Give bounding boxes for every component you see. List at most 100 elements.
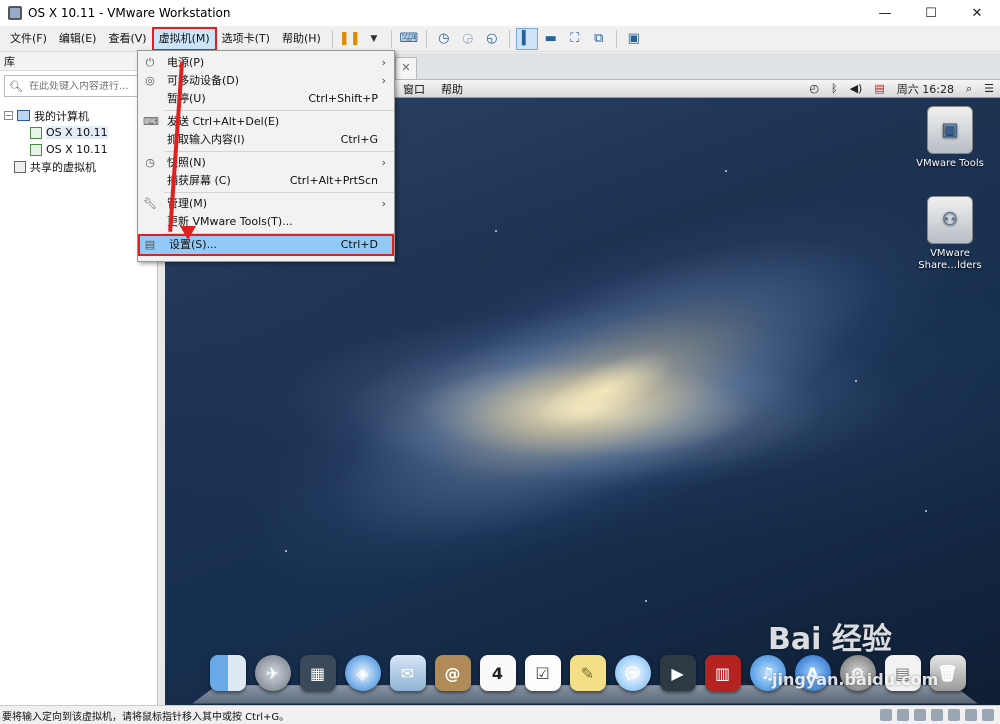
vm-icon [30, 143, 42, 156]
menu-item-manage[interactable]: 🔧︎ 管理(M) › [138, 195, 394, 213]
thumbnail-bar-icon[interactable]: ▬ [540, 28, 562, 50]
sound-icon[interactable] [948, 709, 960, 721]
menu-item-label: 暂停(U) [167, 92, 206, 105]
library-header: 库 [0, 53, 157, 71]
menu-shortcut: Ctrl+G [340, 133, 378, 146]
menu-item-power[interactable]: ⏻ 电源(P) › [138, 54, 394, 72]
tree-my-computer[interactable]: − 我的计算机 [4, 107, 157, 124]
submenu-arrow-icon: › [381, 74, 386, 87]
time-machine-icon[interactable]: ◴ [809, 82, 819, 95]
star [495, 230, 497, 232]
status-device-icons [875, 709, 1000, 721]
mac-clock[interactable]: 周六 16:28 [897, 81, 954, 97]
facetime-icon[interactable]: ▶ [659, 655, 696, 691]
safari-icon[interactable]: ◈ [344, 655, 381, 691]
reminders-icon[interactable]: ☑ [524, 655, 561, 691]
notification-center-icon[interactable]: ☰ [984, 82, 994, 95]
snapshot-icon[interactable]: ◷ [433, 28, 455, 50]
menu-edit[interactable]: 编辑(E) [53, 28, 103, 50]
baidu-watermark-url: jingyan.baidu.com [772, 670, 939, 689]
wrench-icon: 🔧︎ [143, 197, 157, 210]
tree-label: OS X 10.11 [46, 143, 108, 156]
tree-label: 我的计算机 [34, 109, 89, 123]
menu-item-update-tools[interactable]: 更新 VMware Tools(T)... [138, 213, 394, 231]
cd-icon[interactable] [897, 709, 909, 721]
menu-view[interactable]: 查看(V) [102, 28, 152, 50]
desktop-icon-shared-folders[interactable]: ⚇ VMware Share…lders [905, 196, 995, 272]
network-icon[interactable] [914, 709, 926, 721]
fullscreen-icon[interactable]: ⛶ [564, 28, 586, 50]
toolbar-separator [615, 29, 617, 48]
messages-icon[interactable]: 💬︎ [614, 655, 651, 691]
star [925, 510, 927, 512]
snapshot-icon: ◷ [145, 156, 155, 169]
chevron-down-icon[interactable]: ▼ [363, 28, 385, 50]
pause-icon[interactable]: ❚❚ [339, 28, 361, 50]
toolbar-separator [508, 29, 510, 48]
menu-vm[interactable]: 虚拟机(M) [151, 26, 217, 51]
desktop-icon-vmware-tools[interactable]: ▣ VMware Tools [905, 106, 995, 170]
library-search-input[interactable] [28, 80, 149, 92]
launchpad-icon[interactable]: ✈ [254, 655, 291, 691]
send-keys-icon[interactable]: ⌨ [398, 28, 420, 50]
finder-icon[interactable] [209, 655, 246, 691]
tree-vm-item[interactable]: OS X 10.11 [4, 124, 157, 141]
mac-menu-help[interactable]: 帮助 [433, 81, 471, 97]
library-search[interactable]: 🔍︎ [4, 75, 153, 97]
menu-help[interactable]: 帮助(H) [276, 28, 327, 50]
display-icon[interactable] [965, 709, 977, 721]
tree-shared-vms[interactable]: 共享的虚拟机 [4, 158, 157, 175]
tree-label: OS X 10.11 [46, 126, 108, 139]
tree-vm-item[interactable]: OS X 10.11 [4, 141, 157, 158]
usb-icon[interactable] [931, 709, 943, 721]
menu-item-settings[interactable]: ▤ 设置(S)... Ctrl+D [138, 234, 394, 256]
menu-file[interactable]: 文件(F) [4, 28, 53, 50]
show-library-icon[interactable]: ▍ [515, 27, 538, 50]
menu-tabs[interactable]: 选项卡(T) [216, 28, 276, 50]
toolbar-separator [331, 29, 333, 48]
toolbar-separator [390, 29, 392, 48]
bluetooth-icon[interactable]: ᛒ [831, 82, 838, 95]
menu-item-capture-screen[interactable]: 捕获屏幕 (C) Ctrl+Alt+PrtScn [138, 172, 394, 190]
close-button[interactable]: ✕ [954, 0, 1000, 26]
calendar-icon[interactable]: 4 [479, 655, 516, 691]
menu-shortcut: Ctrl+D [340, 238, 378, 251]
library-tree: − 我的计算机 OS X 10.11 OS X 10.11 共享的虚拟机 [0, 101, 157, 175]
minimize-button[interactable]: — [862, 0, 908, 26]
message-icon[interactable] [982, 709, 994, 721]
menu-separator [164, 151, 394, 152]
menu-item-label: 捕获屏幕 (C) [167, 174, 231, 187]
collapse-icon[interactable]: − [4, 111, 13, 120]
menu-bar: 文件(F) 编辑(E) 查看(V) 虚拟机(M) 选项卡(T) 帮助(H) ❚❚… [0, 26, 1000, 52]
hdd-icon[interactable] [880, 709, 892, 721]
spotlight-icon[interactable]: ⌕ [966, 82, 972, 96]
status-text: 要将输入定向到该虚拟机，请将鼠标指针移入其中或按 Ctrl+G。 [2, 711, 290, 723]
menu-item-removable-devices[interactable]: ◎ 可移动设备(D) › [138, 72, 394, 90]
library-panel: 库 🔍︎ − 我的计算机 OS X 10.11 OS X 10.11 共享的虚拟… [0, 53, 158, 705]
flag-icon[interactable]: ▤ [874, 82, 884, 95]
toolbar-separator [425, 29, 427, 48]
mail-icon[interactable]: ✉ [389, 655, 426, 691]
menu-shortcut: Ctrl+Shift+P [308, 92, 378, 105]
tab-close-icon[interactable]: ✕ [395, 57, 417, 79]
console-view-icon[interactable]: ▣ [623, 28, 645, 50]
contacts-icon[interactable]: @ [434, 655, 471, 691]
star [855, 380, 857, 382]
volume-icon[interactable]: ◀) [850, 82, 863, 95]
mac-menu-window[interactable]: 窗口 [395, 81, 433, 97]
shared-folder-icon: ⚇ [927, 196, 973, 244]
disc-icon: ◎ [145, 74, 155, 87]
star [725, 170, 727, 172]
menu-separator [164, 192, 394, 193]
submenu-arrow-icon: › [381, 56, 386, 69]
menu-item-label: 电源(P) [167, 56, 205, 69]
mission-control-icon[interactable]: ▦ [299, 655, 336, 691]
maximize-button[interactable]: ☐ [908, 0, 954, 26]
unity-icon[interactable]: ⧉ [588, 28, 610, 50]
menu-separator [164, 233, 394, 234]
photo-booth-icon[interactable]: ▥ [704, 655, 741, 691]
notes-icon[interactable]: ✎ [569, 655, 606, 691]
snapshot-revert-icon[interactable]: ◶ [457, 28, 479, 50]
snapshot-manager-icon[interactable]: ◵ [481, 28, 503, 50]
mac-status-area: ◴ ᛒ ◀) ▤ 周六 16:28 ⌕ ☰ [797, 81, 1000, 97]
